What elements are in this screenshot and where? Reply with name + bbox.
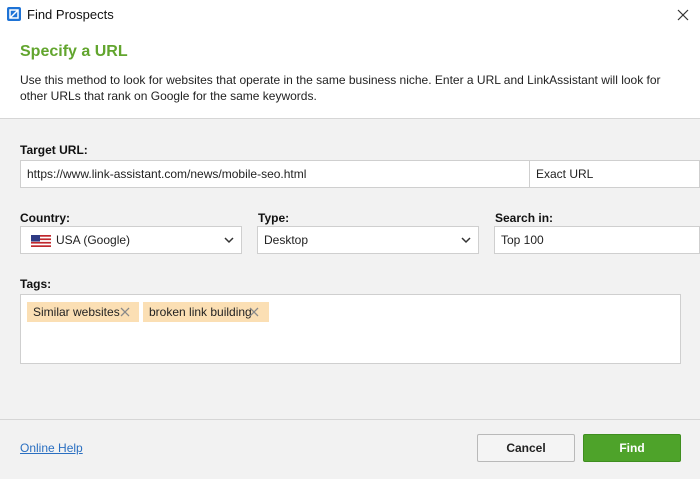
country-value: USA (Google) <box>56 233 131 247</box>
type-value: Desktop <box>264 233 309 247</box>
tag-label: broken link building <box>149 305 252 319</box>
page-heading: Specify a URL <box>20 43 128 60</box>
country-select[interactable]: USA (Google) <box>20 226 242 254</box>
country-label: Country: <box>20 211 70 225</box>
cancel-button[interactable]: Cancel <box>477 434 575 462</box>
target-url-label: Target URL: <box>20 143 88 157</box>
page-description: Use this method to look for websites tha… <box>20 73 661 103</box>
app-icon <box>7 7 21 21</box>
dialog-footer: Online Help Cancel Find <box>0 419 700 479</box>
type-label: Type: <box>258 211 290 225</box>
type-select[interactable]: Desktop <box>257 226 479 254</box>
window-title: Find Prospects <box>27 7 114 22</box>
url-mode-value: Exact URL <box>536 167 594 181</box>
form-area: Target URL: https://www.link-assistant.c… <box>0 119 700 419</box>
tag-broken-link-building: broken link building <box>143 302 269 322</box>
tag-label: Similar websites <box>33 305 120 319</box>
url-mode-select[interactable]: Exact URL <box>529 160 700 188</box>
online-help-link[interactable]: Online Help <box>20 441 83 455</box>
tag-similar-websites: Similar websites <box>27 302 139 322</box>
chevron-down-icon <box>461 237 471 244</box>
search-in-label: Search in: <box>495 211 554 225</box>
us-flag-icon <box>31 235 51 247</box>
target-url-input[interactable]: https://www.link-assistant.com/news/mobi… <box>20 160 530 188</box>
tags-input[interactable]: Similar websites broken link building <box>20 294 681 364</box>
dialog-header: Specify a URL Use this method to look fo… <box>0 30 700 119</box>
search-in-select[interactable]: Top 100 <box>494 226 700 254</box>
remove-tag-icon[interactable] <box>120 307 130 317</box>
title-bar: Find Prospects <box>0 0 700 30</box>
target-url-value: https://www.link-assistant.com/news/mobi… <box>27 167 307 181</box>
find-button[interactable]: Find <box>583 434 681 462</box>
chevron-down-icon <box>224 237 234 244</box>
remove-tag-icon[interactable] <box>249 307 259 317</box>
tags-label: Tags: <box>20 277 52 291</box>
search-in-value: Top 100 <box>501 233 544 247</box>
close-icon[interactable] <box>672 4 694 26</box>
